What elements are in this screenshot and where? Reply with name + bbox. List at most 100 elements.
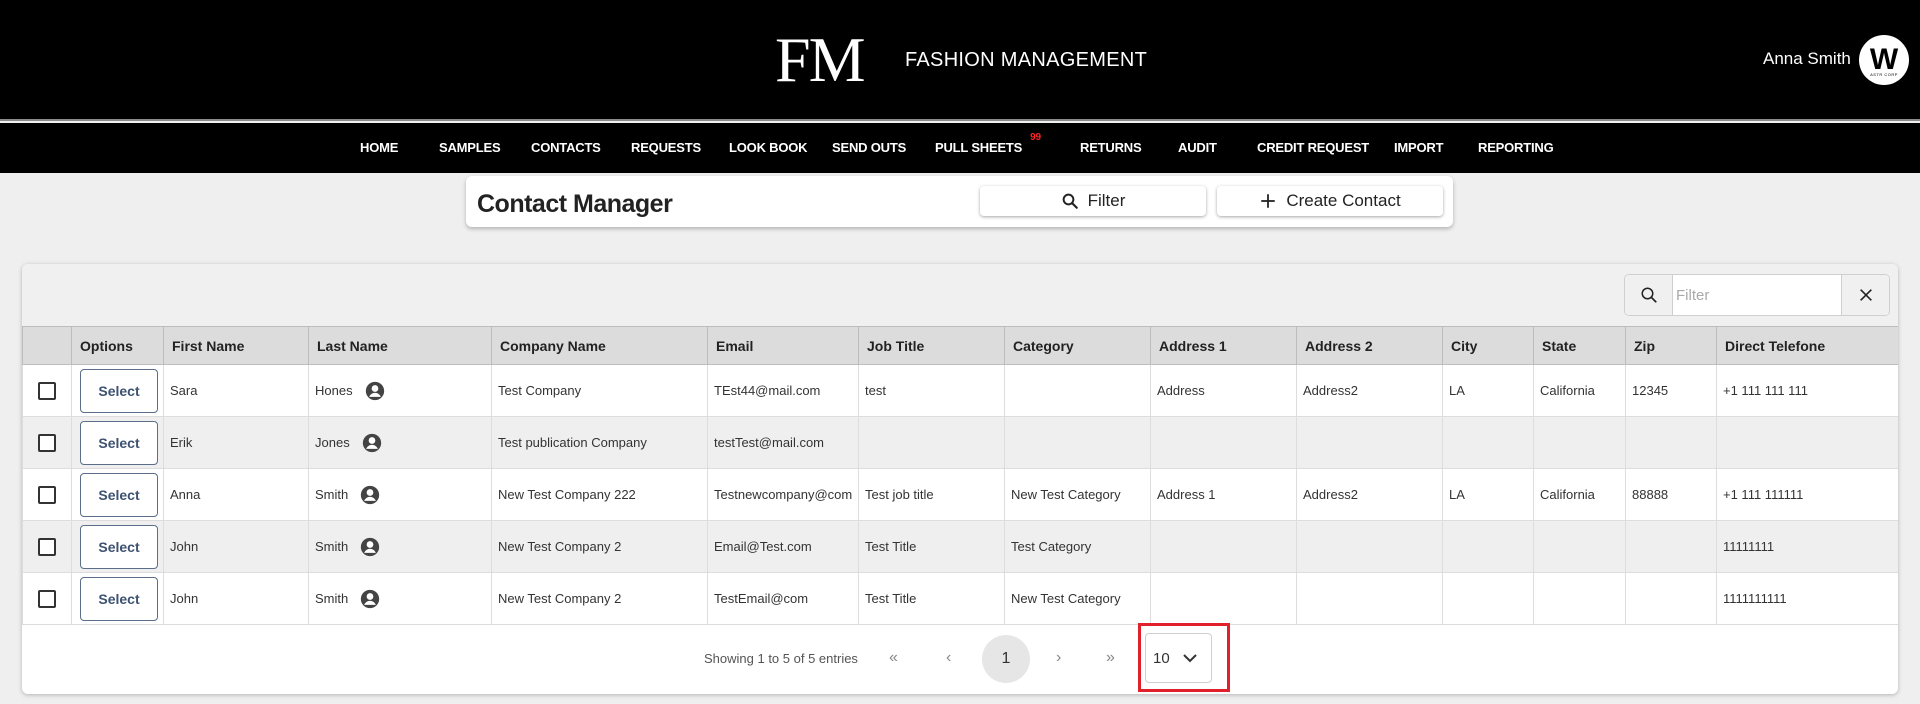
cell-company-name: Test Company <box>491 364 708 417</box>
nav-pull-sheets[interactable]: PULL SHEETS 99 <box>935 132 1041 155</box>
avatar[interactable]: W ASTR CORP <box>1859 35 1909 85</box>
cell-address-2 <box>1296 520 1443 573</box>
cell-first-name: John <box>163 572 309 625</box>
nav-home[interactable]: HOME <box>360 140 398 155</box>
row-checkbox-cell <box>22 364 72 417</box>
user-name[interactable]: Anna Smith <box>1763 49 1851 69</box>
highlight-box <box>1138 623 1230 692</box>
first-page-icon[interactable]: « <box>889 649 898 667</box>
search-icon[interactable] <box>1625 275 1673 315</box>
person-icon[interactable] <box>360 537 380 557</box>
cell-direct-telefone: 1111111111 <box>1716 572 1898 625</box>
cell-state <box>1533 520 1626 573</box>
person-icon[interactable] <box>365 381 385 401</box>
nav-audit[interactable]: AUDIT <box>1178 140 1217 155</box>
page-number-button[interactable]: 1 <box>982 635 1030 683</box>
table-row: Select Erik Jones Test publication Company t… <box>22 416 1898 469</box>
options-cell: Select <box>71 416 164 469</box>
cell-address-2 <box>1296 416 1443 469</box>
nav-requests[interactable]: REQUESTS <box>631 140 701 155</box>
nav-contacts[interactable]: CONTACTS <box>531 140 601 155</box>
nav-import[interactable]: IMPORT <box>1394 140 1444 155</box>
last-name-text: Smith <box>315 487 349 502</box>
nav-samples[interactable]: SAMPLES <box>439 140 501 155</box>
header-last-name[interactable]: Last Name <box>308 326 492 365</box>
select-button[interactable]: Select <box>80 368 158 413</box>
header-email[interactable]: Email <box>707 326 859 365</box>
header-address-2[interactable]: Address 2 <box>1296 326 1443 365</box>
last-page-icon[interactable]: » <box>1106 649 1115 667</box>
header-category[interactable]: Category <box>1004 326 1151 365</box>
create-contact-button[interactable]: Create Contact <box>1217 186 1443 216</box>
cell-category <box>1004 416 1151 469</box>
cell-category: New Test Category <box>1004 572 1151 625</box>
cell-first-name: John <box>163 520 309 573</box>
cell-email: TestEmail@com <box>707 572 859 625</box>
cell-address-1 <box>1150 572 1297 625</box>
header-city[interactable]: City <box>1442 326 1534 365</box>
header-address-1[interactable]: Address 1 <box>1150 326 1297 365</box>
clear-search-icon[interactable] <box>1841 275 1889 315</box>
prev-page-icon[interactable]: ‹ <box>946 649 951 667</box>
cell-city: LA <box>1442 468 1534 521</box>
header-direct-telefone[interactable]: Direct Telefone <box>1716 326 1898 365</box>
person-icon[interactable] <box>362 433 382 453</box>
nav-look-book[interactable]: LOOK BOOK <box>729 140 808 155</box>
header-zip[interactable]: Zip <box>1625 326 1717 365</box>
cell-last-name: Hones <box>308 364 492 417</box>
cell-state: California <box>1533 468 1626 521</box>
table-row: Select Sara Hones Test Company TEst44@mail.c… <box>22 364 1898 417</box>
cell-address-1 <box>1150 520 1297 573</box>
table-row: Select John Smith New Test Company 2 Email@T… <box>22 520 1898 573</box>
next-page-icon[interactable]: › <box>1056 649 1061 667</box>
header-state[interactable]: State <box>1533 326 1626 365</box>
select-button[interactable]: Select <box>80 576 158 621</box>
cell-company-name: New Test Company 222 <box>491 468 708 521</box>
nav-send-outs[interactable]: SEND OUTS <box>832 140 906 155</box>
person-icon[interactable] <box>360 589 380 609</box>
cell-city <box>1442 520 1534 573</box>
select-button[interactable]: Select <box>80 472 158 517</box>
cell-job-title: Test job title <box>858 468 1005 521</box>
row-checkbox[interactable] <box>38 433 56 452</box>
person-icon[interactable] <box>360 485 380 505</box>
cell-email: Email@Test.com <box>707 520 859 573</box>
row-checkbox-cell <box>22 520 72 573</box>
cell-address-2: Address2 <box>1296 364 1443 417</box>
filter-button[interactable]: Filter <box>980 186 1206 216</box>
nav-credit-request[interactable]: CREDIT REQUEST <box>1257 140 1369 155</box>
nav-reporting[interactable]: REPORTING <box>1478 140 1554 155</box>
last-name-text: Smith <box>315 591 349 606</box>
pagination-info: Showing 1 to 5 of 5 entries <box>704 651 858 666</box>
cell-zip: 12345 <box>1625 364 1717 417</box>
cell-last-name: Jones <box>308 416 492 469</box>
table-search-input[interactable] <box>1673 275 1841 315</box>
nav-returns[interactable]: RETURNS <box>1080 140 1142 155</box>
cell-last-name: Smith <box>308 468 492 521</box>
cell-company-name: New Test Company 2 <box>491 572 708 625</box>
row-checkbox[interactable] <box>38 485 56 504</box>
cell-direct-telefone: +1 111 111 111 <box>1716 364 1898 417</box>
row-checkbox[interactable] <box>38 381 56 400</box>
cell-address-1: Address <box>1150 364 1297 417</box>
cell-zip <box>1625 416 1717 469</box>
header-company-name[interactable]: Company Name <box>491 326 708 365</box>
cell-city: LA <box>1442 364 1534 417</box>
header-first-name[interactable]: First Name <box>163 326 309 365</box>
logo[interactable]: FM <box>775 24 865 96</box>
cell-address-2 <box>1296 572 1443 625</box>
table-row: Select Anna Smith New Test Company 222 Testn… <box>22 468 1898 521</box>
cell-city <box>1442 572 1534 625</box>
header-job-title[interactable]: Job Title <box>858 326 1005 365</box>
select-button[interactable]: Select <box>80 420 158 465</box>
pagination: Showing 1 to 5 of 5 entries « ‹ 1 › » 10 <box>22 624 1898 694</box>
row-checkbox[interactable] <box>38 537 56 556</box>
cell-email: TEst44@mail.com <box>707 364 859 417</box>
cell-state <box>1533 416 1626 469</box>
header-options[interactable]: Options <box>71 326 164 365</box>
select-button[interactable]: Select <box>80 524 158 569</box>
search-icon <box>1062 193 1078 209</box>
row-checkbox-cell <box>22 468 72 521</box>
row-checkbox[interactable] <box>38 589 56 608</box>
row-checkbox-cell <box>22 416 72 469</box>
